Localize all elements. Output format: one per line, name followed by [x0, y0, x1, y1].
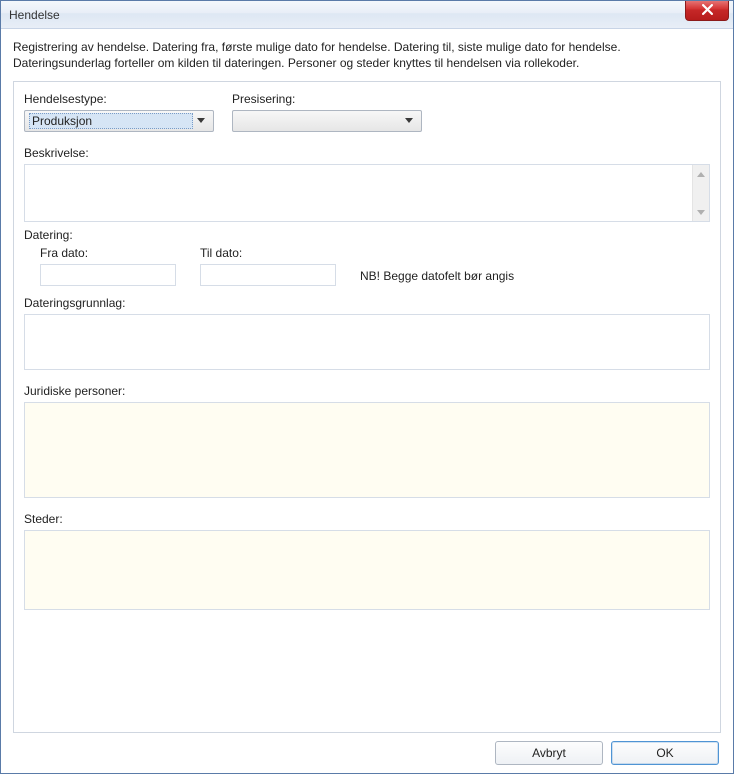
type-row: Hendelsestype: Produksjon Presisering: [24, 92, 710, 132]
button-row: Avbryt OK [13, 733, 721, 765]
dateringsgrunnlag-box[interactable] [24, 314, 710, 370]
presisering-label: Presisering: [232, 92, 422, 106]
form-panel: Hendelsestype: Produksjon Presisering: [13, 81, 721, 733]
hendelsestype-label: Hendelsestype: [24, 92, 214, 106]
hendelsestype-group: Hendelsestype: Produksjon [24, 92, 214, 132]
window-title: Hendelse [9, 8, 60, 22]
scroll-up-icon[interactable] [693, 165, 710, 182]
presisering-group: Presisering: [232, 92, 422, 132]
dating-group: Datering: Fra dato: Til dato: NB! Begge … [24, 228, 710, 286]
close-button[interactable] [685, 1, 729, 21]
scroll-down-icon[interactable] [693, 204, 710, 221]
close-icon [702, 4, 713, 18]
beskrivelse-label: Beskrivelse: [24, 146, 710, 160]
date-row: Fra dato: Til dato: NB! Begge datofelt b… [24, 246, 710, 286]
fra-dato-label: Fra dato: [40, 246, 176, 260]
cancel-button-label: Avbryt [532, 746, 566, 760]
date-note: NB! Begge datofelt bør angis [360, 269, 514, 286]
presisering-combo[interactable] [232, 110, 422, 132]
dialog-window: Hendelse Registrering av hendelse. Dater… [0, 0, 734, 774]
fra-dato-group: Fra dato: [40, 246, 176, 286]
datering-label: Datering: [24, 228, 710, 242]
scrollbar[interactable] [692, 165, 709, 221]
cancel-button[interactable]: Avbryt [495, 741, 603, 765]
juridiske-personer-box[interactable] [24, 402, 710, 498]
chevron-down-icon [193, 118, 209, 124]
hendelsestype-value: Produksjon [29, 113, 193, 129]
juridiske-personer-label: Juridiske personer: [24, 384, 710, 398]
beskrivelse-textarea[interactable] [24, 164, 710, 222]
ok-button[interactable]: OK [611, 741, 719, 765]
til-dato-label: Til dato: [200, 246, 336, 260]
chevron-down-icon [401, 118, 417, 124]
steder-box[interactable] [24, 530, 710, 610]
dateringsgrunnlag-label: Dateringsgrunnlag: [24, 296, 710, 310]
steder-label: Steder: [24, 512, 710, 526]
hendelsestype-combo[interactable]: Produksjon [24, 110, 214, 132]
fra-dato-input[interactable] [40, 264, 176, 286]
content-area: Registrering av hendelse. Datering fra, … [1, 29, 733, 773]
titlebar: Hendelse [1, 1, 733, 29]
til-dato-input[interactable] [200, 264, 336, 286]
ok-button-label: OK [656, 746, 673, 760]
intro-text: Registrering av hendelse. Datering fra, … [13, 39, 721, 71]
til-dato-group: Til dato: [200, 246, 336, 286]
